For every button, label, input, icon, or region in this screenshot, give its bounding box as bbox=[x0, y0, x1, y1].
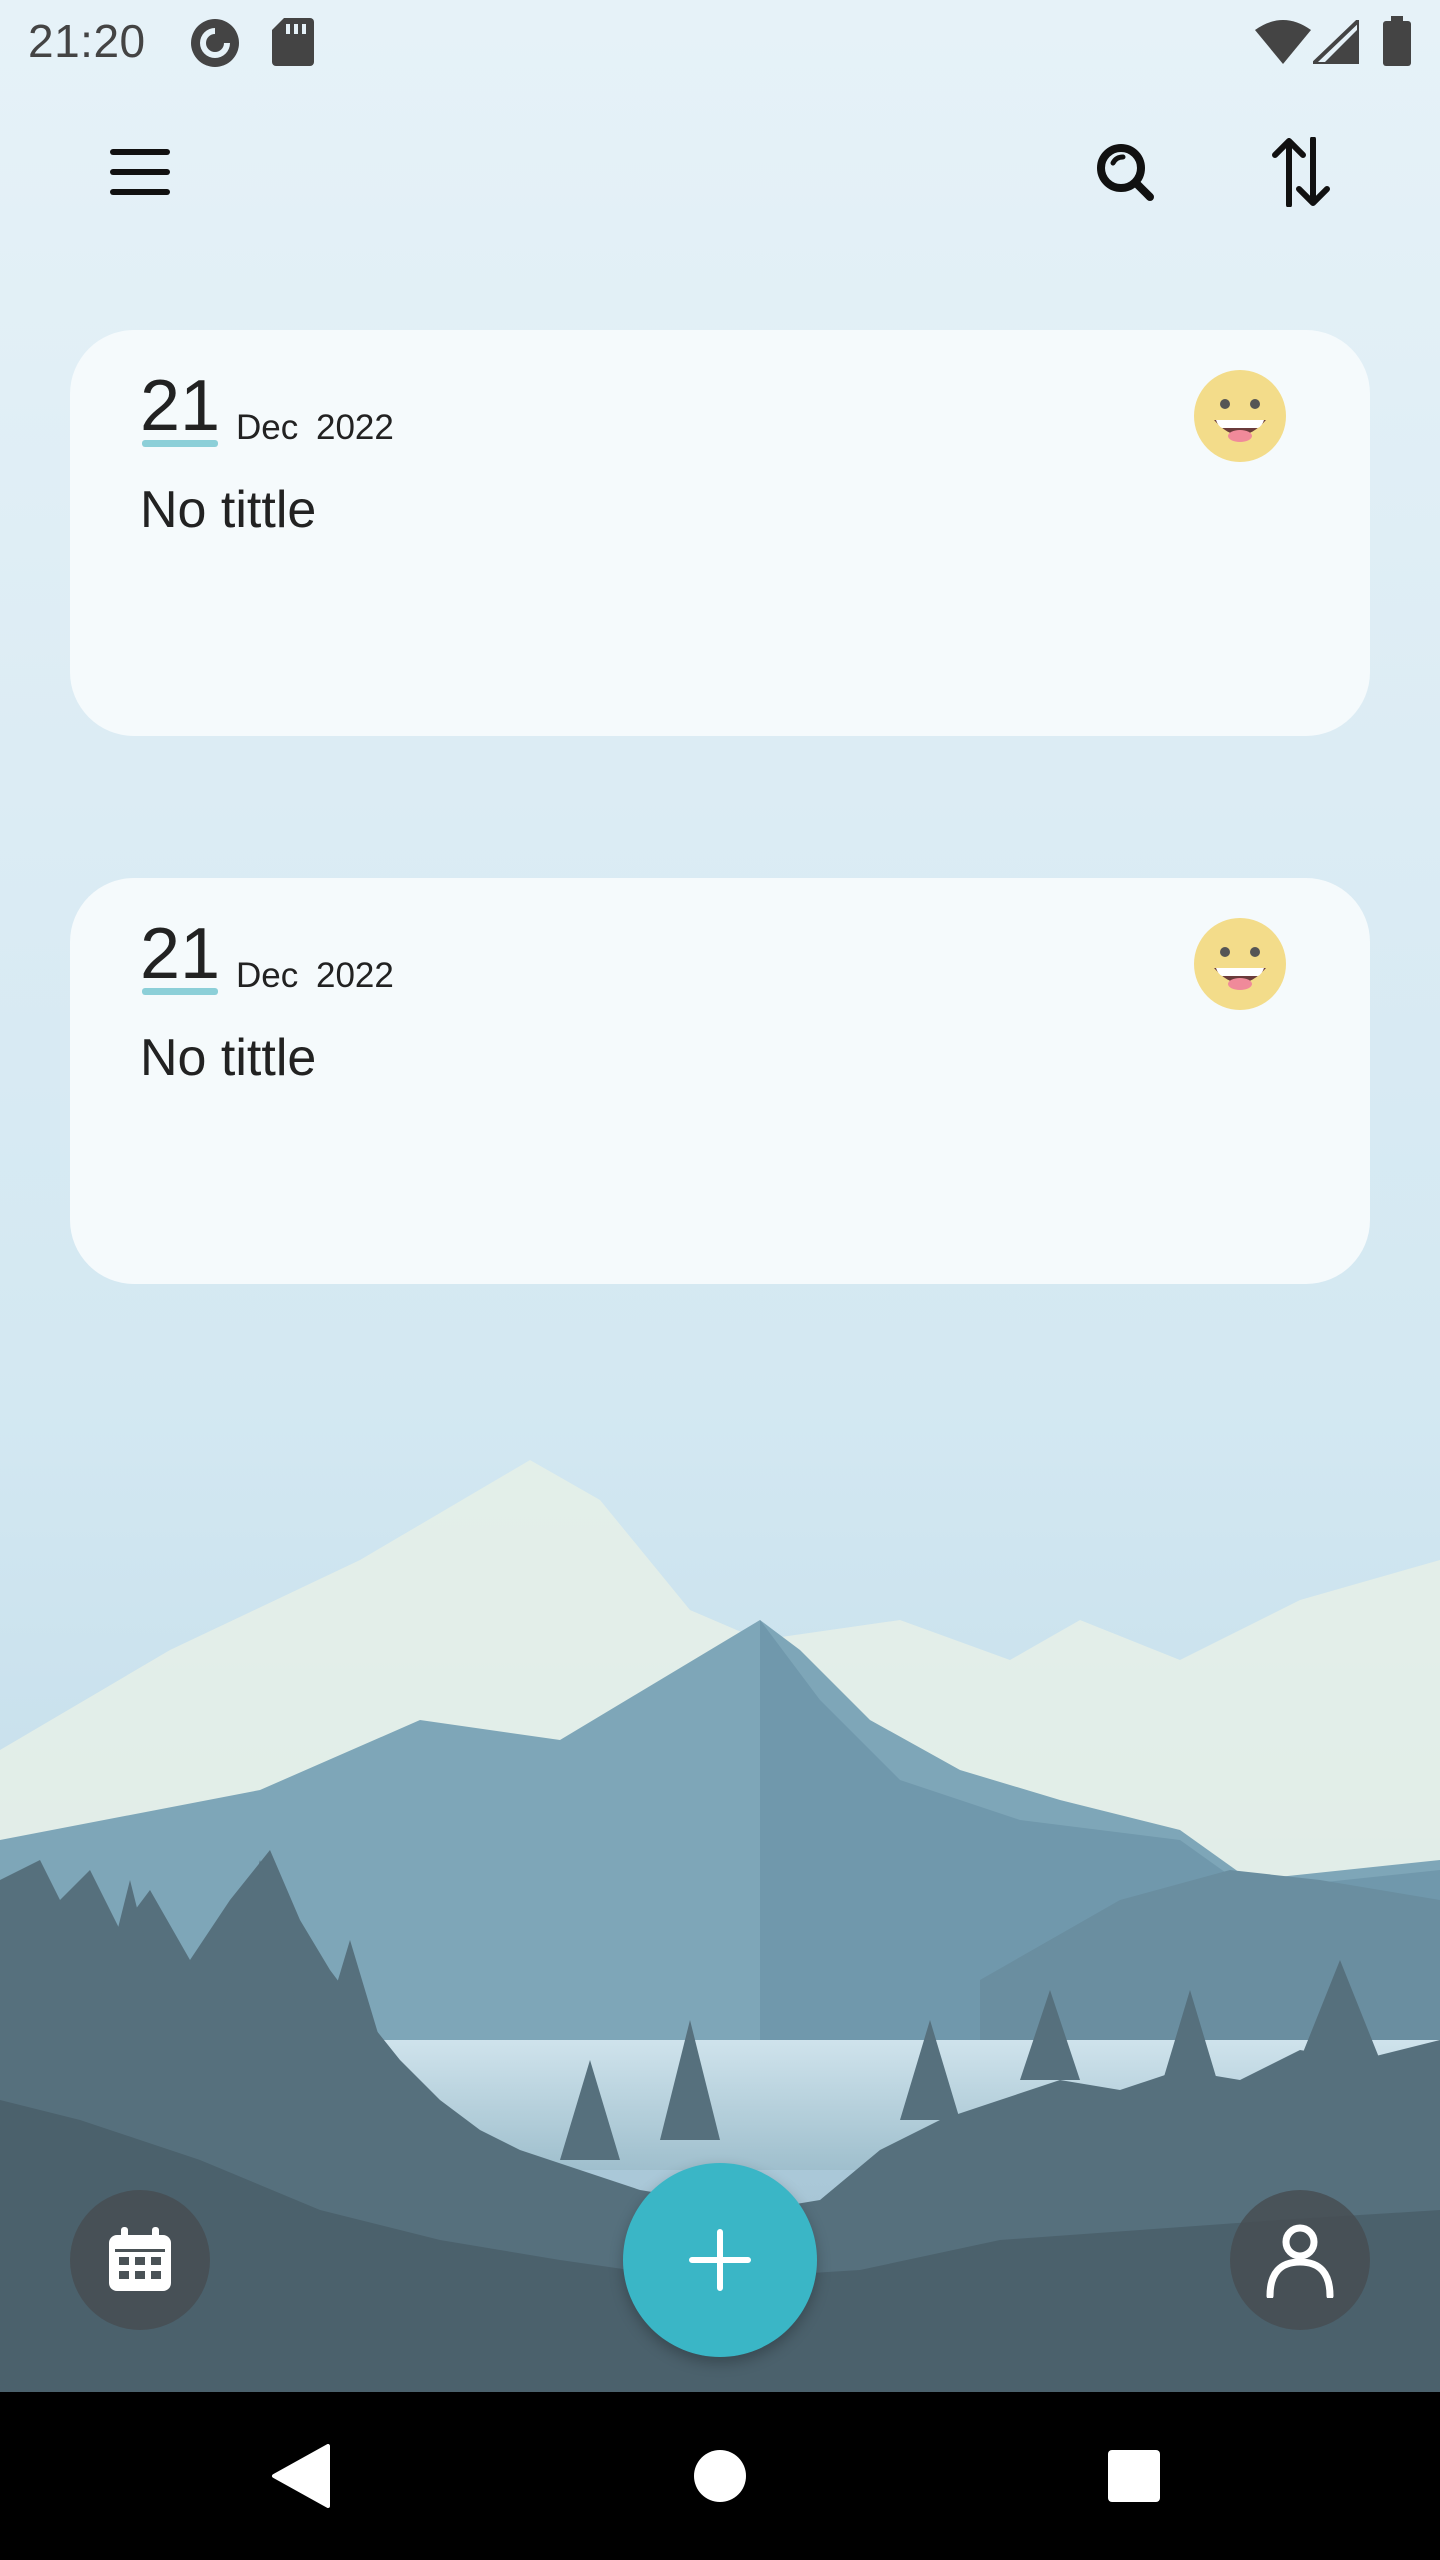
grinning-face-icon bbox=[1194, 918, 1286, 1010]
screen: 21:20 21 Dec 2022 No tittle 21 Dec 2022 … bbox=[0, 0, 1440, 2560]
entry-day-underline bbox=[142, 440, 218, 447]
menu-button[interactable] bbox=[85, 117, 195, 227]
battery-icon bbox=[1383, 16, 1411, 71]
back-icon bbox=[272, 2444, 330, 2508]
entry-year: 2022 bbox=[315, 408, 394, 447]
diary-entry-card[interactable]: 21 Dec 2022 No tittle bbox=[70, 878, 1370, 1284]
profile-icon bbox=[1266, 2224, 1334, 2298]
home-icon bbox=[694, 2450, 746, 2502]
add-icon bbox=[689, 2229, 751, 2291]
diary-entry-card[interactable]: 21 Dec 2022 No tittle bbox=[70, 330, 1370, 736]
search-icon bbox=[1097, 144, 1154, 201]
back-button[interactable] bbox=[240, 2416, 360, 2536]
entry-month: Dec bbox=[236, 408, 299, 447]
entry-day: 21 bbox=[140, 366, 221, 446]
entry-title: No tittle bbox=[140, 481, 317, 539]
entry-title: No tittle bbox=[140, 1029, 317, 1087]
pocket-casts-icon bbox=[190, 18, 240, 73]
recents-button[interactable] bbox=[1074, 2416, 1194, 2536]
wifi-icon bbox=[1255, 20, 1311, 69]
menu-icon bbox=[110, 149, 170, 195]
sort-icon bbox=[1272, 137, 1330, 207]
entry-month-year: Dec 2022 bbox=[236, 956, 394, 996]
entry-day-underline bbox=[142, 988, 218, 995]
entry-year: 2022 bbox=[315, 956, 394, 995]
add-entry-button[interactable] bbox=[623, 2163, 817, 2357]
grinning-face-icon bbox=[1194, 370, 1286, 462]
profile-button[interactable] bbox=[1230, 2190, 1370, 2330]
entry-month: Dec bbox=[236, 956, 299, 995]
entry-month-year: Dec 2022 bbox=[236, 408, 394, 448]
status-time: 21:20 bbox=[28, 15, 146, 67]
system-navigation-bar bbox=[0, 2392, 1440, 2560]
home-button[interactable] bbox=[660, 2416, 780, 2536]
sd-card-icon bbox=[272, 18, 314, 71]
recents-icon bbox=[1108, 2450, 1160, 2502]
entry-day: 21 bbox=[140, 914, 221, 994]
search-button[interactable] bbox=[1070, 117, 1180, 227]
status-bar: 21:20 bbox=[0, 0, 1440, 84]
cell-signal-icon bbox=[1308, 15, 1361, 69]
sort-button[interactable] bbox=[1246, 117, 1356, 227]
calendar-icon bbox=[109, 2227, 171, 2291]
calendar-button[interactable] bbox=[70, 2190, 210, 2330]
